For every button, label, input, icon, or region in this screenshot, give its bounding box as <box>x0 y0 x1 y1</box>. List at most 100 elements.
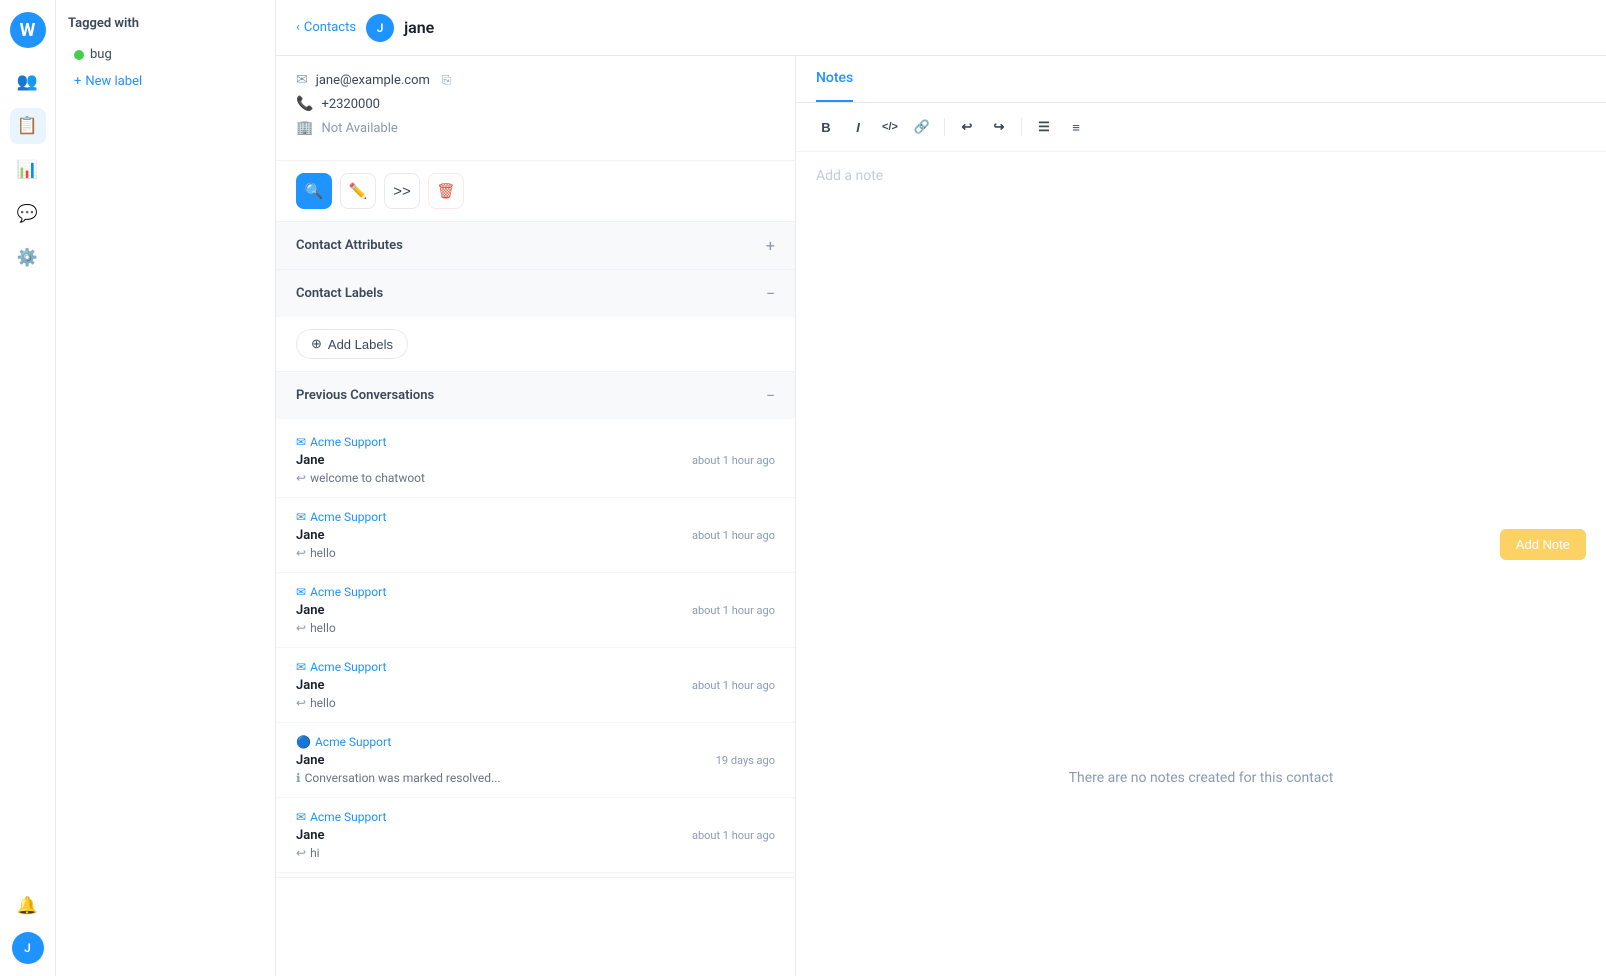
email-icon: ✉ <box>296 72 308 88</box>
conv-time: about 1 hour ago <box>692 829 775 842</box>
toolbar-link[interactable]: 🔗 <box>908 113 936 141</box>
toolbar-redo[interactable]: ↪ <box>985 113 1013 141</box>
conv-preview: ↩ hello <box>296 696 775 710</box>
preview-text: hello <box>310 621 336 635</box>
conv-time: about 1 hour ago <box>692 679 775 692</box>
new-label-plus: + <box>74 74 81 89</box>
conv-source-name: Acme Support <box>310 510 386 524</box>
phone-icon: 📞 <box>296 96 313 112</box>
conv-row: Jane 19 days ago <box>296 753 775 768</box>
conversation-item[interactable]: ✉ Acme Support Jane about 1 hour ago ↩ h… <box>276 798 795 873</box>
toolbar-undo[interactable]: ↩ <box>953 113 981 141</box>
conv-source-name: Acme Support <box>310 810 386 824</box>
conv-preview: ℹ Conversation was marked resolved... <box>296 771 775 785</box>
contact-attributes-title: Contact Attributes <box>296 238 403 253</box>
conv-source-icon: 🔵 <box>296 735 311 749</box>
forward-button[interactable]: >> <box>384 173 420 209</box>
conversation-item[interactable]: ✉ Acme Support Jane about 1 hour ago ↩ w… <box>276 423 795 498</box>
tab-notes[interactable]: Notes <box>816 56 853 102</box>
note-placeholder: Add a note <box>816 168 1586 184</box>
conv-source-icon: ✉ <box>296 585 306 599</box>
main-content: ‹ Contacts J jane ✉ jane@example.com ⎘ 📞… <box>276 0 1606 976</box>
add-labels-plus: ⊕ <box>311 336 322 352</box>
edit-contact-button[interactable]: ✏️ <box>340 173 376 209</box>
preview-text: hi <box>310 846 320 860</box>
nav-conversations[interactable]: 💬 <box>10 196 46 232</box>
toolbar-list-unordered[interactable]: ☰ <box>1030 113 1058 141</box>
toolbar-italic[interactable]: I <box>844 113 872 141</box>
preview-icon: ↩ <box>296 696 306 710</box>
note-empty-state: There are no notes created for this cont… <box>796 580 1606 976</box>
conv-name: Jane <box>296 678 324 693</box>
sidebar-title: Tagged with <box>68 16 263 31</box>
notes-tabs: Notes <box>796 56 1606 103</box>
submit-note-button[interactable]: Add Note <box>1500 529 1586 560</box>
toolbar-list-ordered[interactable]: ≡ <box>1062 113 1090 141</box>
conv-source: ✉ Acme Support <box>296 510 775 524</box>
toolbar-divider-1 <box>944 118 945 136</box>
breadcrumb-back[interactable]: ‹ Contacts <box>296 20 356 35</box>
conv-source: ✉ Acme Support <box>296 810 775 824</box>
conv-time: about 1 hour ago <box>692 529 775 542</box>
copy-email-icon[interactable]: ⎘ <box>442 73 452 88</box>
toolbar-code[interactable]: </> <box>876 113 904 141</box>
sidebar-panel: Tagged with bug + New label <box>56 0 276 976</box>
conversation-item[interactable]: ✉ Acme Support Jane about 1 hour ago ↩ h… <box>276 498 795 573</box>
conversation-item[interactable]: 🔵 Acme Support Jane 19 days ago ℹ Conver… <box>276 723 795 798</box>
nav-reports[interactable]: 📊 <box>10 152 46 188</box>
conv-name: Jane <box>296 528 324 543</box>
label-name: bug <box>90 47 112 62</box>
contact-labels-title: Contact Labels <box>296 286 383 301</box>
conv-source: ✉ Acme Support <box>296 435 775 449</box>
preview-icon: ↩ <box>296 546 306 560</box>
conversation-item[interactable]: ✉ Acme Support Jane about 1 hour ago ↩ h… <box>276 648 795 723</box>
conv-name: Jane <box>296 828 324 843</box>
nav-contacts-active[interactable]: 📋 <box>10 108 46 144</box>
toolbar-bold[interactable]: B <box>812 113 840 141</box>
search-contact-button[interactable]: 🔍 <box>296 173 332 209</box>
app-logo: W <box>10 12 46 48</box>
delete-contact-button[interactable]: 🗑 <box>428 173 464 209</box>
conv-source-icon: ✉ <box>296 510 306 524</box>
contact-attributes-header[interactable]: Contact Attributes + <box>276 222 795 269</box>
availability-row: 🏢 Not Available <box>296 120 775 136</box>
preview-icon: ↩ <box>296 621 306 635</box>
contact-labels-toggle: − <box>766 284 775 303</box>
conv-name: Jane <box>296 453 324 468</box>
new-label-button[interactable]: + New label <box>68 70 263 93</box>
details-panel: ✉ jane@example.com ⎘ 📞 +2320000 🏢 Not Av… <box>276 56 796 976</box>
add-labels-button[interactable]: ⊕ Add Labels <box>296 329 408 359</box>
conversation-item[interactable]: ✉ Acme Support Jane about 1 hour ago ↩ h… <box>276 573 795 648</box>
conv-name: Jane <box>296 753 324 768</box>
conv-source: 🔵 Acme Support <box>296 735 775 749</box>
conv-source-name: Acme Support <box>310 660 386 674</box>
conv-preview: ↩ hello <box>296 621 775 635</box>
user-avatar[interactable]: J <box>12 932 44 964</box>
nav-settings[interactable]: ⚙️ <box>10 240 46 276</box>
conv-source-name: Acme Support <box>315 735 391 749</box>
contact-info: ✉ jane@example.com ⎘ 📞 +2320000 🏢 Not Av… <box>276 56 795 161</box>
phone-row: 📞 +2320000 <box>296 96 775 112</box>
conv-row: Jane about 1 hour ago <box>296 828 775 843</box>
contact-attributes-toggle: + <box>766 236 775 255</box>
note-editor[interactable]: Add a note Add Note <box>796 152 1606 580</box>
preview-text: Conversation was marked resolved... <box>305 771 501 785</box>
preview-text: hello <box>310 696 336 710</box>
conv-source-name: Acme Support <box>310 435 386 449</box>
content-area: ✉ jane@example.com ⎘ 📞 +2320000 🏢 Not Av… <box>276 56 1606 976</box>
back-label: Contacts <box>304 20 356 35</box>
nav-notifications[interactable]: 🔔 <box>10 888 46 924</box>
nav-contacts[interactable]: 👥 <box>10 64 46 100</box>
contact-labels-section: Contact Labels − ⊕ Add Labels <box>276 270 795 372</box>
conv-source-icon: ✉ <box>296 810 306 824</box>
previous-conversations-toggle: − <box>766 386 775 405</box>
conversation-list: ✉ Acme Support Jane about 1 hour ago ↩ w… <box>276 419 795 877</box>
preview-text: hello <box>310 546 336 560</box>
previous-conversations-header[interactable]: Previous Conversations − <box>276 372 795 419</box>
contact-avatar: J <box>366 14 394 42</box>
contact-labels-header[interactable]: Contact Labels − <box>276 270 795 317</box>
contact-attributes-section: Contact Attributes + <box>276 222 795 270</box>
conv-source: ✉ Acme Support <box>296 585 775 599</box>
email-value: jane@example.com <box>316 73 430 88</box>
label-bug[interactable]: bug <box>68 43 263 66</box>
